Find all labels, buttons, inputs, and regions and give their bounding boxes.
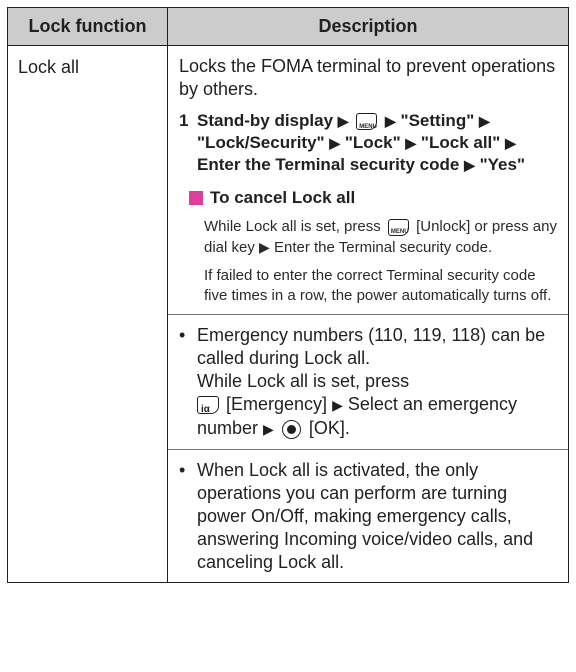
arrow-icon: ▶ [332, 397, 343, 413]
bullet-icon: • [179, 460, 186, 480]
menu-key-icon: MENU [356, 113, 378, 131]
step-part: Stand-by display [197, 111, 334, 130]
bullet-icon: • [179, 325, 186, 345]
header-lock-function: Lock function [7, 7, 168, 46]
step-number: 1 [179, 111, 189, 130]
center-key-icon [281, 419, 301, 439]
note-text: Emergency numbers (110, 119, 118) can be… [197, 324, 560, 441]
note-part: Emergency numbers (110, 119, 118) can be… [197, 325, 546, 368]
note-part: [Emergency] [226, 394, 328, 414]
step-part: Enter the Terminal security code [197, 155, 460, 174]
arrow-icon: ▶ [385, 113, 396, 129]
arrow-icon: ▶ [405, 135, 417, 151]
cancel-heading-text: To cancel Lock all [210, 188, 356, 207]
menu-key-label: MENU [390, 228, 409, 235]
i-key-label: iα [201, 404, 210, 416]
note-item: • When Lock all is activated, the only o… [179, 459, 560, 574]
step-text: Stand-by display ▶ MENU ▶ "Setting" ▶ "L… [197, 110, 560, 176]
intro-text: Locks the FOMA terminal to prevent opera… [179, 56, 556, 99]
arrow-icon: ▶ [479, 113, 490, 129]
cancel-heading: To cancel Lock all [189, 186, 560, 209]
lock-function-table: Lock function Description Lock all Locks… [7, 7, 569, 583]
table-row: Lock all Locks the FOMA terminal to prev… [7, 45, 569, 583]
cancel-text: Enter the Terminal security code. [273, 239, 493, 256]
note-part: While Lock all is set, press [197, 371, 410, 391]
description-cell: Locks the FOMA terminal to prevent opera… [167, 45, 569, 583]
arrow-icon: ▶ [505, 135, 516, 151]
arrow-icon: ▶ [337, 113, 349, 129]
procedure-step: 1 Stand-by display ▶ MENU ▶ "Setting" ▶ … [179, 110, 560, 176]
note-part: [OK]. [308, 418, 350, 438]
note-item: • Emergency numbers (110, 119, 118) can … [179, 324, 560, 441]
procedure-section: Locks the FOMA terminal to prevent opera… [168, 46, 568, 314]
cancel-paragraph: If failed to enter the correct Terminal … [204, 267, 552, 304]
step-part: "Yes" [479, 155, 526, 174]
menu-key-icon: MENU [387, 218, 409, 236]
step-part: "Lock/Security" [197, 133, 325, 152]
note-section: • Emergency numbers (110, 119, 118) can … [168, 314, 568, 449]
table-header-row: Lock function Description [7, 7, 569, 46]
cancel-instructions: While Lock all is set, press MENU [Unloc… [204, 217, 560, 306]
arrow-icon: ▶ [329, 135, 341, 151]
pink-square-icon [189, 190, 203, 205]
cancel-text: While Lock all is set, press [204, 218, 381, 235]
step-part: "Lock all" [420, 133, 501, 152]
cancel-paragraph: While Lock all is set, press MENU [Unloc… [204, 217, 560, 258]
i-alpha-key-icon: iα [197, 396, 219, 415]
note-section: • When Lock all is activated, the only o… [168, 449, 568, 582]
arrow-icon: ▶ [263, 421, 274, 437]
menu-key-label: MENU [359, 124, 377, 131]
arrow-icon: ▶ [259, 239, 270, 255]
step-part: "Setting" [400, 111, 475, 130]
arrow-icon: ▶ [464, 157, 475, 173]
lock-function-cell: Lock all [7, 45, 168, 583]
note-text: When Lock all is activated, the only ope… [197, 460, 534, 572]
header-description: Description [167, 7, 569, 46]
